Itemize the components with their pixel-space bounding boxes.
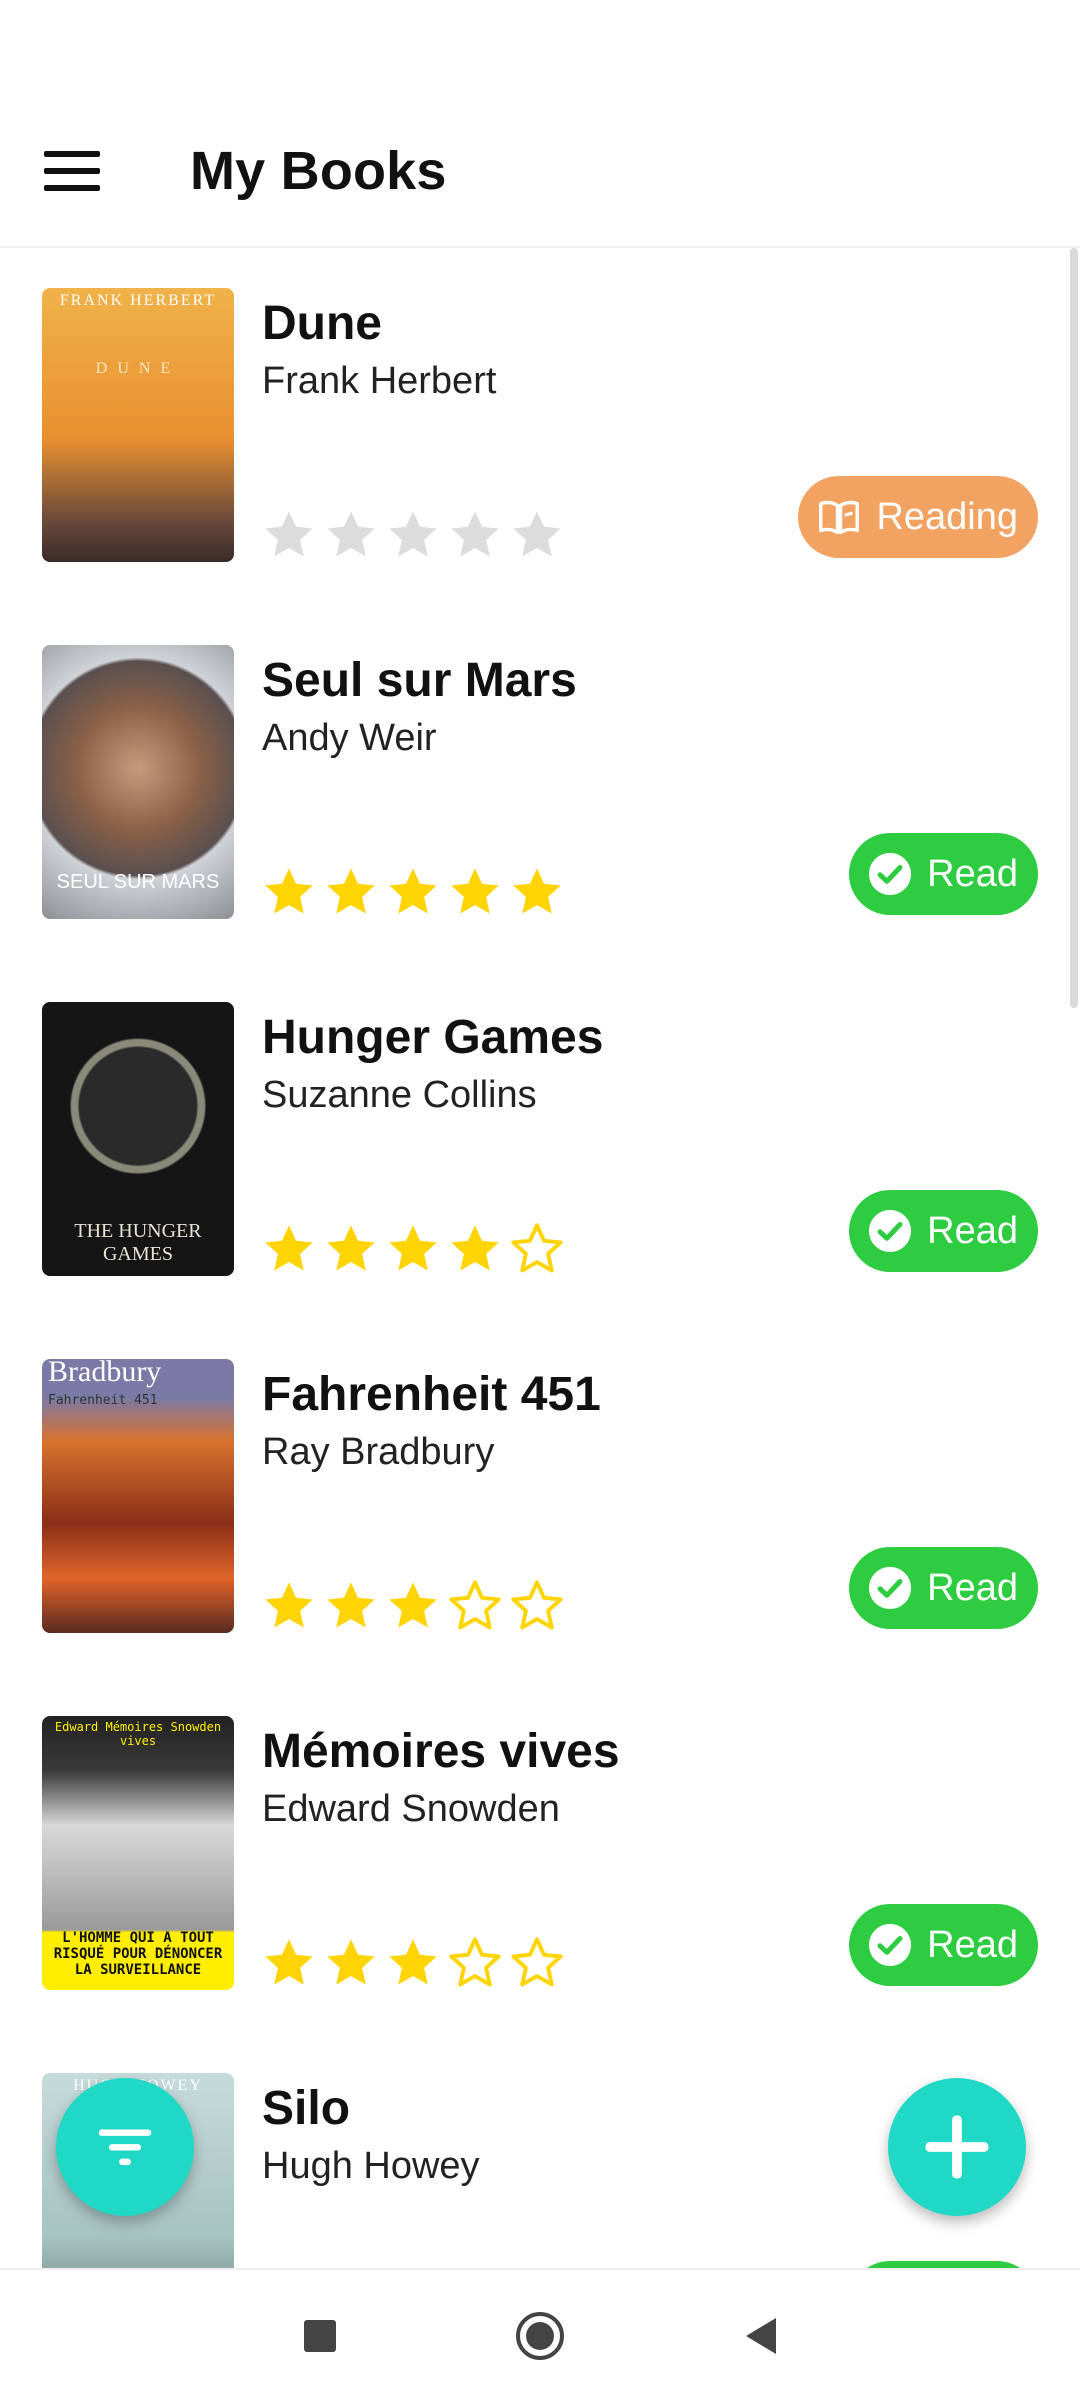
home-button[interactable]	[480, 2286, 600, 2386]
star-rating[interactable]	[260, 1220, 566, 1280]
star-unrated-icon[interactable]	[508, 506, 566, 564]
star-filled-icon[interactable]	[322, 863, 380, 921]
star-filled-icon[interactable]	[384, 1577, 442, 1635]
plus-icon	[925, 2115, 989, 2179]
status-bar-area	[0, 0, 1080, 96]
check-circle-icon	[869, 1923, 912, 1967]
star-filled-icon[interactable]	[260, 1220, 318, 1278]
status-badge[interactable]: Read	[849, 1547, 1038, 1629]
cover-title-text: L'HOMME QUI A TOUT RISQUÉ POUR DÉNONCER …	[53, 1930, 223, 1978]
circle-icon	[516, 2312, 564, 2360]
star-filled-icon[interactable]	[446, 1220, 504, 1278]
star-unrated-icon[interactable]	[446, 506, 504, 564]
star-filled-icon[interactable]	[384, 1934, 442, 1992]
page-title: My Books	[190, 141, 447, 201]
star-outline-icon[interactable]	[446, 1934, 504, 1992]
book-author: Frank Herbert	[262, 360, 497, 402]
book-cover-image: SEUL SUR MARS	[42, 645, 234, 919]
star-outline-icon[interactable]	[508, 1934, 566, 1992]
star-filled-icon[interactable]	[260, 863, 318, 921]
recents-button[interactable]	[260, 2286, 380, 2386]
star-filled-icon[interactable]	[322, 1577, 380, 1635]
star-rating[interactable]	[260, 863, 566, 923]
status-label: Read	[927, 1209, 1018, 1252]
book-title: Mémoires vives	[262, 1725, 620, 1778]
book-author: Suzanne Collins	[262, 1074, 537, 1116]
book-list-item[interactable]: FRANK HERBERT DUNE Dune Frank Herbert Readin…	[0, 248, 1080, 605]
scrollbar[interactable]	[1070, 248, 1078, 1008]
menu-icon[interactable]	[44, 151, 100, 191]
star-outline-icon[interactable]	[446, 1577, 504, 1635]
book-title: Dune	[262, 297, 382, 350]
back-button[interactable]	[700, 2286, 820, 2386]
top-app-bar: My Books	[0, 96, 1080, 248]
screen: My Books FRANK HERBERT DUNE Dune Frank Herb…	[0, 0, 1080, 2400]
star-rating[interactable]	[260, 1934, 566, 1994]
status-label: Read	[927, 852, 1018, 895]
book-list-item[interactable]: Edward Mémoires Snowden vives L'HOMME QUI…	[0, 1676, 1080, 2033]
book-cover-image: FRANK HERBERT DUNE	[42, 288, 234, 562]
star-filled-icon[interactable]	[260, 1934, 318, 1992]
cover-top-text: FRANK HERBERT	[59, 292, 217, 309]
check-circle-icon	[869, 1209, 912, 1253]
status-label: Reading	[876, 495, 1018, 538]
status-badge[interactable]: Read	[849, 833, 1038, 915]
book-list-item[interactable]: THE HUNGER GAMES Hunger Games Suzanne Coll…	[0, 962, 1080, 1319]
book-title: Silo	[262, 2082, 351, 2135]
star-filled-icon[interactable]	[260, 1577, 318, 1635]
cover-title-text: SEUL SUR MARS	[56, 871, 220, 893]
cover-title-text: THE HUNGER GAMES	[74, 1220, 202, 1265]
check-circle-icon	[869, 852, 912, 896]
system-nav-bar	[0, 2268, 1080, 2400]
book-list[interactable]: FRANK HERBERT DUNE Dune Frank Herbert Readin…	[0, 248, 1080, 2268]
star-filled-icon[interactable]	[322, 1934, 380, 1992]
book-author: Edward Snowden	[262, 1788, 560, 1830]
square-icon	[304, 2320, 336, 2352]
star-filled-icon[interactable]	[508, 863, 566, 921]
book-title: Seul sur Mars	[262, 654, 577, 707]
book-open-icon	[819, 500, 860, 535]
star-unrated-icon[interactable]	[260, 506, 318, 564]
book-cover-image: Bradbury Fahrenheit 451	[42, 1359, 234, 1633]
triangle-back-icon	[746, 2318, 776, 2354]
star-filled-icon[interactable]	[322, 1220, 380, 1278]
status-label: Read	[927, 1923, 1018, 1966]
book-cover-image: THE HUNGER GAMES	[42, 1002, 234, 1276]
status-badge[interactable]: Read	[849, 1904, 1038, 1986]
star-rating[interactable]	[260, 506, 566, 566]
star-unrated-icon[interactable]	[384, 506, 442, 564]
book-author: Hugh Howey	[262, 2145, 480, 2187]
status-badge[interactable]: Read	[849, 1190, 1038, 1272]
book-author: Ray Bradbury	[262, 1431, 495, 1473]
status-badge[interactable]: Read	[849, 2261, 1038, 2268]
star-outline-icon[interactable]	[508, 1220, 566, 1278]
check-circle-icon	[869, 1566, 912, 1610]
status-label: Read	[927, 1566, 1018, 1609]
book-title: Hunger Games	[262, 1011, 604, 1064]
book-cover-image: Edward Mémoires Snowden vives L'HOMME QUI…	[42, 1716, 234, 1990]
cover-top-text: Bradbury	[48, 1359, 162, 1388]
book-author: Andy Weir	[262, 717, 437, 759]
filter-icon	[98, 2129, 152, 2166]
star-unrated-icon[interactable]	[322, 506, 380, 564]
book-title: Fahrenheit 451	[262, 1368, 601, 1421]
add-book-button[interactable]	[888, 2078, 1026, 2216]
star-filled-icon[interactable]	[384, 1220, 442, 1278]
cover-top-text: Edward Mémoires Snowden vives	[54, 1720, 222, 1748]
cover-title-text: DUNE	[95, 360, 181, 377]
star-filled-icon[interactable]	[446, 863, 504, 921]
filter-button[interactable]	[56, 2078, 194, 2216]
status-badge[interactable]: Reading	[798, 476, 1038, 558]
cover-title-text: Fahrenheit 451	[48, 1393, 158, 1408]
star-filled-icon[interactable]	[384, 863, 442, 921]
star-outline-icon[interactable]	[508, 1577, 566, 1635]
book-list-item[interactable]: SEUL SUR MARS Seul sur Mars Andy Weir Read	[0, 605, 1080, 962]
star-rating[interactable]	[260, 1577, 566, 1637]
book-list-item[interactable]: Bradbury Fahrenheit 451 Fahrenheit 451 Ray …	[0, 1319, 1080, 1676]
